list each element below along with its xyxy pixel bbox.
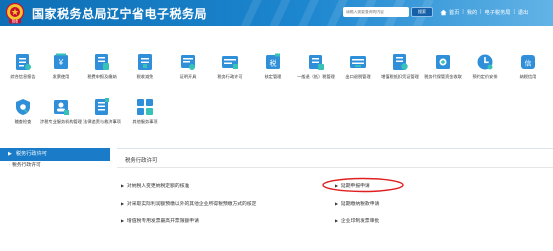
service-label: 纳税信用 [519, 74, 537, 79]
legal-icon [95, 98, 109, 115]
triangle-bullet-icon: ▶ [121, 202, 124, 206]
service-label: 税收减免 [136, 74, 154, 79]
tax-relief-icon [138, 54, 152, 70]
link-deferred-payment[interactable]: ▶ 延期缴纳税款申请 [335, 200, 379, 207]
service-tile[interactable]: 其他服务事项 [122, 97, 168, 137]
panel-title: 税务行政许可 [125, 158, 158, 164]
svg-text:税收: 税收 [12, 19, 19, 24]
service-tile[interactable]: ¥ 发票使用 [38, 52, 84, 92]
site-title: 国家税务总局辽宁省电子税务局 [32, 7, 208, 21]
escrow-fund-icon [436, 55, 450, 69]
vat-voucher-icon [393, 54, 408, 70]
service-label: 税费申报及缴纳 [87, 74, 117, 79]
tax-emblem-icon: 税收 [5, 2, 25, 24]
service-tile[interactable]: 一般退（抵）税管理 [293, 52, 339, 92]
link-invoice-limit[interactable]: ▶ 增值税专用发票最高开票限额申请 [121, 217, 199, 224]
link-quota-change[interactable]: ▶ 对纳税人变更纳税定额的核准 [121, 182, 189, 189]
triangle-bullet-icon: ▶ [335, 219, 338, 223]
divider [117, 167, 553, 168]
svg-text:¥: ¥ [58, 58, 64, 67]
search-input[interactable] [343, 7, 409, 17]
service-tile[interactable]: 信 纳税信用 [505, 52, 551, 92]
search-button[interactable]: 搜索 [411, 7, 433, 17]
link-prepay-method[interactable]: ▶ 对采取实际利润额预缴以外的其他企业所得税预缴方式的核定 [121, 200, 256, 207]
inspection-icon [16, 99, 30, 115]
service-label: 税务代保管资金收取 [424, 74, 462, 79]
service-tile[interactable]: 法律追责与救济事项 [79, 97, 125, 137]
tax-declare-icon [95, 54, 109, 70]
link-home[interactable]: 首页 [449, 9, 459, 16]
service-label: 涉税专业服务机构管理 [40, 119, 82, 124]
link-mine[interactable]: 我的 [467, 9, 477, 16]
link-logout[interactable]: 退出 [518, 9, 528, 16]
link-deferred-filing[interactable]: ▶ 延期申报申请 [335, 182, 370, 189]
service-label: 增值税抵扣凭证管理 [381, 74, 419, 79]
service-label: 一般退（抵）税管理 [297, 74, 335, 79]
service-tile[interactable]: 税务行政许可 [207, 52, 253, 92]
service-tile[interactable]: 出口退税管理 [335, 52, 381, 92]
pricing-icon [477, 54, 493, 70]
service-tile[interactable]: 税费申报及缴纳 [79, 52, 125, 92]
refund-icon [309, 55, 324, 70]
svg-text:信: 信 [525, 59, 532, 68]
sidebar: ▶ 税务行政许可 · 税务行政许可 [0, 148, 110, 251]
sidebar-header[interactable]: ▶ 税务行政许可 [0, 148, 110, 161]
triangle-bullet-icon: ▶ [335, 202, 338, 206]
admin-permit-icon [222, 56, 238, 69]
service-tile[interactable]: 增值税抵扣凭证管理 [377, 52, 423, 92]
sidebar-item-admin-permit[interactable]: · 税务行政许可 [0, 161, 110, 171]
sidebar-item-label: 税务行政许可 [11, 163, 41, 168]
service-grid: 综合信息报告 ¥ 发票使用 税费申报及缴纳 税收减免 证明开具 税务行政许可 税 [0, 34, 553, 134]
service-label: 出口退税管理 [345, 74, 371, 79]
service-label: 其他服务事项 [132, 119, 158, 124]
separator: | [513, 9, 515, 15]
home-icon[interactable] [440, 9, 447, 16]
separator: | [462, 9, 464, 15]
service-tile[interactable]: 税收减免 [122, 52, 168, 92]
certificate-icon [181, 55, 195, 70]
triangle-bullet-icon: ▶ [121, 184, 124, 188]
sidebar-header-label: 税务行政许可 [15, 151, 47, 157]
service-label: 预约定价安排 [472, 74, 498, 79]
credit-icon: 信 [521, 55, 535, 69]
service-tile[interactable]: 税务代保管资金收取 [420, 52, 466, 92]
header-links: 首页 | 我的 | 电子税务局 | 退出 [440, 7, 528, 17]
bullet-icon: · [9, 163, 11, 168]
service-label: 税务行政许可 [217, 74, 243, 79]
service-tile[interactable]: 涉税专业服务机构管理 [38, 97, 84, 137]
link-invoice-printing[interactable]: ▶ 企业印制发票审批 [335, 217, 379, 224]
service-label: 发票使用 [52, 74, 70, 79]
top-header: 税收 国家税务总局辽宁省电子税务局 搜索 首页 | 我的 | 电子税务局 | 退… [0, 0, 553, 26]
service-tile[interactable]: 税 核定管理 [250, 52, 296, 92]
link-etax[interactable]: 电子税务局 [485, 9, 511, 16]
service-tile[interactable]: 证明开具 [165, 52, 211, 92]
assessment-icon: 税 [266, 53, 280, 69]
triangle-bullet-icon: ▶ [335, 184, 338, 188]
service-label: 证明开具 [179, 74, 197, 79]
separator: | [480, 9, 482, 15]
service-label: 法律追责与救济事项 [83, 119, 121, 124]
service-label: 核定管理 [264, 74, 282, 79]
agency-icon [54, 100, 69, 115]
main-panel: 税务行政许可 ▶ 对纳税人变更纳税定额的核准 ▶ 对采取实际利润额预缴以外的其他… [117, 148, 553, 251]
svg-text:税: 税 [270, 59, 277, 68]
chevron-right-icon: ▶ [8, 151, 12, 157]
export-refund-icon [350, 56, 366, 68]
triangle-bullet-icon: ▶ [121, 219, 124, 223]
other-service-icon [137, 99, 153, 115]
invoice-use-icon: ¥ [54, 53, 68, 69]
service-tile[interactable]: 预约定价安排 [462, 52, 508, 92]
info-report-icon [16, 54, 31, 70]
